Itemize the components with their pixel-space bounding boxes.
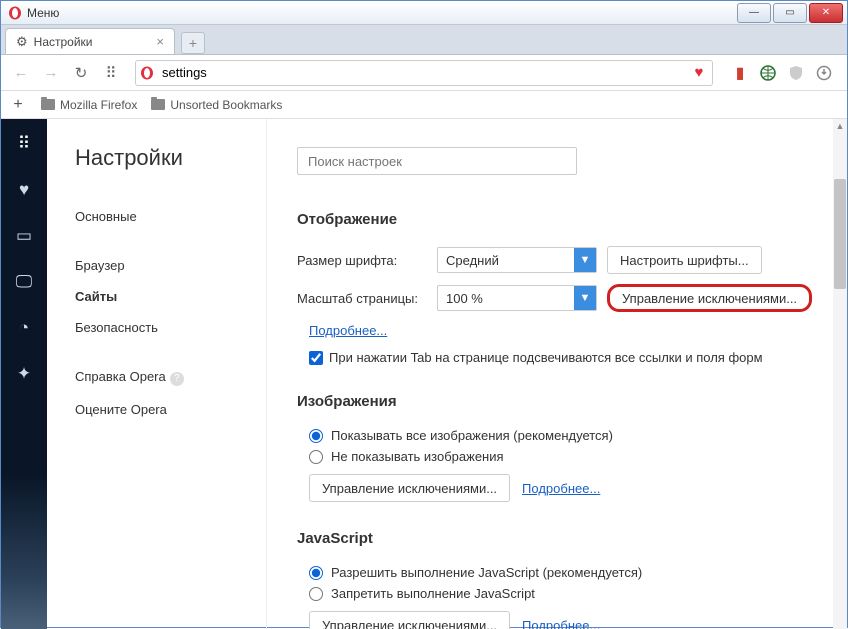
- add-bookmark-button[interactable]: +: [9, 96, 27, 114]
- tab-strip: ⚙ Настройки × +: [1, 25, 847, 55]
- window-controls: — ▭ ✕: [737, 3, 847, 23]
- gear-icon: ⚙: [16, 34, 28, 50]
- address-input[interactable]: [158, 65, 686, 80]
- learn-more-link[interactable]: Подробнее...: [522, 618, 600, 629]
- section-display: Отображение Размер шрифта: Средний ▼ Нас…: [297, 211, 817, 365]
- section-javascript: JavaScript Разрешить выполнение JavaScri…: [297, 530, 817, 629]
- manage-exceptions-zoom-button[interactable]: Управление исключениями...: [607, 284, 812, 312]
- nav-security[interactable]: Безопасность: [75, 312, 266, 343]
- images-show-radio[interactable]: [309, 429, 323, 443]
- customize-fonts-button[interactable]: Настроить шрифты...: [607, 246, 762, 274]
- section-images: Изображения Показывать все изображения (…: [297, 393, 817, 502]
- section-heading: Изображения: [297, 393, 817, 410]
- section-heading: JavaScript: [297, 530, 817, 547]
- learn-more-link[interactable]: Подробнее...: [522, 481, 600, 496]
- maximize-button[interactable]: ▭: [773, 3, 807, 23]
- bookmark-folder-firefox[interactable]: Mozilla Firefox: [41, 98, 137, 112]
- scrollbar[interactable]: ▲: [833, 119, 847, 629]
- font-size-select[interactable]: Средний ▼: [437, 247, 597, 273]
- manage-exceptions-js-button[interactable]: Управление исключениями...: [309, 611, 510, 629]
- address-bar[interactable]: ♥: [135, 60, 713, 86]
- radio-label: Показывать все изображения (рекомендуетс…: [331, 428, 613, 443]
- zoom-select[interactable]: 100 % ▼: [437, 285, 597, 311]
- scroll-up-icon[interactable]: ▲: [834, 119, 846, 133]
- chevron-down-icon: ▼: [574, 286, 596, 310]
- rail-history-icon[interactable]: ◔: [13, 317, 35, 339]
- reload-button[interactable]: ↻: [69, 61, 93, 85]
- bookmark-label: Unsorted Bookmarks: [170, 98, 282, 112]
- rail-news-icon[interactable]: ▭: [13, 225, 35, 247]
- rail-speed-dial-icon[interactable]: ⠿: [13, 133, 35, 155]
- search-settings-input[interactable]: [297, 147, 577, 175]
- rail-heart-icon[interactable]: ♥: [13, 179, 35, 201]
- heart-icon[interactable]: ♥: [686, 64, 712, 81]
- page-title: Настройки: [75, 145, 266, 171]
- globe-icon[interactable]: [759, 64, 777, 82]
- tab-highlight-checkbox[interactable]: [309, 351, 323, 365]
- radio-label: Не показывать изображения: [331, 449, 504, 464]
- nav-basic[interactable]: Основные: [75, 201, 266, 232]
- window-titlebar: Меню — ▭ ✕: [1, 1, 847, 25]
- nav-help[interactable]: Справка Opera?: [75, 361, 266, 394]
- nav-rate[interactable]: Оцените Opera: [75, 394, 266, 425]
- font-size-label: Размер шрифта:: [297, 253, 437, 268]
- js-allow-radio[interactable]: [309, 566, 323, 580]
- scrollbar-thumb[interactable]: [834, 179, 846, 289]
- toolbar-right-icons: ▮: [725, 64, 839, 82]
- tab-title: Настройки: [34, 35, 93, 49]
- section-heading: Отображение: [297, 211, 817, 228]
- manage-exceptions-images-button[interactable]: Управление исключениями...: [309, 474, 510, 502]
- close-button[interactable]: ✕: [809, 3, 843, 23]
- settings-content: Отображение Размер шрифта: Средний ▼ Нас…: [267, 119, 847, 629]
- folder-icon: [41, 99, 55, 110]
- speed-dial-icon[interactable]: ⠿: [99, 61, 123, 85]
- new-tab-button[interactable]: +: [181, 32, 205, 54]
- bookmark-label: Mozilla Firefox: [60, 98, 137, 112]
- images-hide-radio[interactable]: [309, 450, 323, 464]
- toolbar: ← → ↻ ⠿ ♥ ▮: [1, 55, 847, 91]
- download-icon[interactable]: [815, 64, 833, 82]
- opera-o-icon: [136, 66, 158, 80]
- settings-nav: Настройки Основные Браузер Сайты Безопас…: [47, 119, 267, 629]
- main-area: ⠿ ♥ ▭ 🖵 ◔ ✦ Настройки Основные Браузер С…: [1, 119, 847, 629]
- opera-logo-icon[interactable]: [7, 5, 23, 21]
- shield-icon[interactable]: [787, 64, 805, 82]
- bookmarks-bar: + Mozilla Firefox Unsorted Bookmarks: [1, 91, 847, 119]
- rail-devices-icon[interactable]: 🖵: [13, 271, 35, 293]
- nav-sites[interactable]: Сайты: [75, 281, 266, 312]
- menu-label[interactable]: Меню: [27, 6, 59, 20]
- back-button[interactable]: ←: [9, 61, 33, 85]
- learn-more-link[interactable]: Подробнее...: [309, 323, 387, 338]
- bookmark-icon[interactable]: ▮: [731, 64, 749, 82]
- minimize-button[interactable]: —: [737, 3, 771, 23]
- tab-highlight-label: При нажатии Tab на странице подсвечивают…: [329, 350, 763, 365]
- zoom-label: Масштаб страницы:: [297, 291, 437, 306]
- nav-browser[interactable]: Браузер: [75, 250, 266, 281]
- icon-rail: ⠿ ♥ ▭ 🖵 ◔ ✦: [1, 119, 47, 629]
- help-icon: ?: [170, 372, 184, 386]
- folder-icon: [151, 99, 165, 110]
- js-block-radio[interactable]: [309, 587, 323, 601]
- chevron-down-icon: ▼: [574, 248, 596, 272]
- tab-close-icon[interactable]: ×: [156, 34, 164, 49]
- tab-settings[interactable]: ⚙ Настройки ×: [5, 28, 175, 54]
- radio-label: Разрешить выполнение JavaScript (рекомен…: [331, 565, 642, 580]
- rail-extensions-icon[interactable]: ✦: [13, 363, 35, 385]
- bookmark-folder-unsorted[interactable]: Unsorted Bookmarks: [151, 98, 282, 112]
- radio-label: Запретить выполнение JavaScript: [331, 586, 535, 601]
- forward-button[interactable]: →: [39, 61, 63, 85]
